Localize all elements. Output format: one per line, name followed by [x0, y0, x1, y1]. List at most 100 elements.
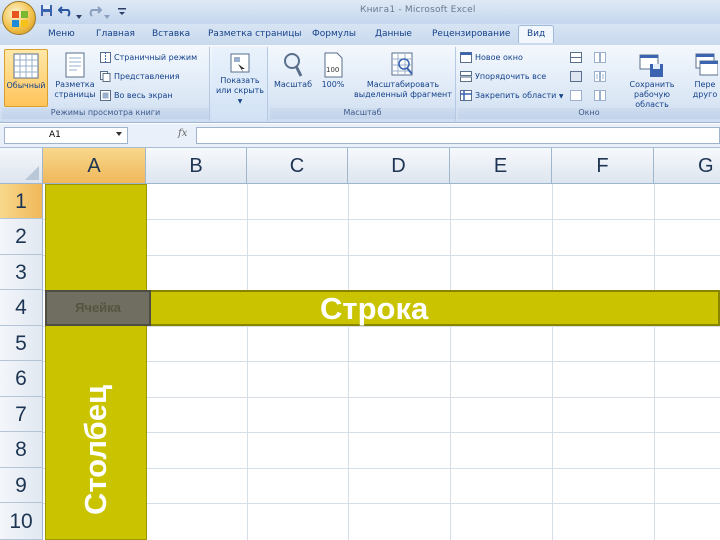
page-break-preview-button[interactable]: Страничный режим: [100, 51, 197, 65]
save-workspace-button[interactable]: Сохранить рабочую область: [618, 49, 686, 109]
unhide-button[interactable]: [570, 89, 585, 103]
full-screen-label: Во весь экран: [114, 91, 173, 100]
unhide-window-icon: [570, 90, 582, 101]
worksheet-grid: A B C D E F G 1 2 3 4 5 6 7 8 9 10 Ячейк…: [0, 148, 720, 540]
row-header-6[interactable]: 6: [0, 361, 43, 397]
hide-button[interactable]: [570, 70, 585, 84]
row-header-3[interactable]: 3: [0, 255, 43, 290]
split-icon: [570, 52, 582, 63]
view-side-by-side-button[interactable]: [594, 51, 609, 65]
row-header-1[interactable]: 1: [0, 184, 43, 219]
zoom-to-selection-button[interactable]: Масштабировать выделенный фрагмент: [354, 49, 452, 107]
page-break-label: Страничный режим: [114, 53, 198, 62]
show-hide-dropdown-icon: ▼: [237, 98, 243, 105]
freeze-panes-button[interactable]: Закрепить области ▼: [460, 89, 563, 103]
save-icon[interactable]: [40, 4, 53, 20]
arrange-all-label: Упорядочить все: [475, 72, 547, 81]
column-header-c[interactable]: C: [247, 148, 348, 184]
page-layout-view-button[interactable]: Разметка страницы: [52, 49, 98, 107]
custom-views-button[interactable]: Представления: [100, 70, 180, 84]
formula-input[interactable]: [196, 127, 720, 144]
switch-windows-button[interactable]: Пере друго: [690, 49, 720, 107]
insert-function-icon[interactable]: fx: [178, 128, 187, 139]
select-all-triangle-icon: [25, 166, 39, 180]
new-window-label: Новое окно: [475, 53, 523, 62]
page-break-icon: [100, 52, 111, 63]
select-all-button[interactable]: [0, 148, 43, 184]
formula-bar: A1 fx: [0, 124, 720, 148]
title-bar: Книга1 - Microsoft Excel: [0, 0, 720, 35]
freeze-dropdown-icon: ▼: [558, 93, 564, 100]
row-header-7[interactable]: 7: [0, 397, 43, 432]
page-layout-label-1: Разметка: [55, 80, 95, 89]
window-group-label: Окно: [458, 108, 720, 119]
arrange-all-button[interactable]: Упорядочить все: [460, 70, 546, 84]
undo-dropdown-icon[interactable]: [76, 9, 82, 22]
grid-line: [654, 184, 655, 540]
row-header-9[interactable]: 9: [0, 468, 43, 503]
column-header-f[interactable]: F: [552, 148, 654, 184]
redo-dropdown-icon[interactable]: [104, 9, 110, 22]
cell-highlight[interactable]: Ячейка: [45, 290, 151, 326]
column-header-g[interactable]: G: [654, 148, 720, 184]
normal-view-label: Обычный: [6, 81, 46, 90]
show-hide-label-1: Показать: [220, 76, 260, 85]
zoom-group-label: Масштаб: [270, 108, 455, 119]
zoom-group: Масштаб 100 100% Масштабировать выделенн…: [270, 47, 456, 121]
tab-page-layout[interactable]: Разметка страницы: [208, 29, 302, 39]
tab-menu[interactable]: Меню: [48, 29, 75, 39]
name-box[interactable]: A1: [4, 127, 128, 144]
synchronous-scrolling-button[interactable]: [594, 70, 609, 84]
switch-windows-label-2: друго: [692, 90, 718, 99]
grid-line: [552, 184, 553, 540]
zoom-label: Масштаб: [273, 80, 313, 89]
zoom-button[interactable]: Масштаб: [272, 49, 314, 107]
show-hide-label-2: или скрыть: [215, 86, 265, 95]
page-layout-label-2: страницы: [54, 90, 96, 99]
show-hide-button[interactable]: Показать или скрыть ▼: [214, 49, 266, 107]
row-header-2[interactable]: 2: [0, 219, 43, 255]
tab-home[interactable]: Главная: [96, 29, 135, 39]
views-group: Обычный Разметка страницы Страничный реж…: [2, 47, 210, 121]
reset-window-position-button[interactable]: [594, 89, 609, 103]
zoom-100-label: 100%: [321, 80, 345, 89]
tab-insert[interactable]: Вставка: [152, 29, 190, 39]
undo-icon[interactable]: [57, 4, 74, 20]
side-by-side-icon: [594, 52, 606, 63]
column-header-b[interactable]: B: [146, 148, 247, 184]
office-button[interactable]: [2, 1, 36, 35]
tab-view[interactable]: Вид: [518, 25, 555, 43]
tab-data[interactable]: Данные: [375, 29, 412, 39]
customize-qat-icon[interactable]: [118, 6, 126, 19]
sync-scroll-icon: [594, 71, 606, 82]
show-hide-group: Показать или скрыть ▼: [212, 47, 268, 121]
row-header-4[interactable]: 4: [0, 290, 43, 326]
new-window-button[interactable]: Новое окно: [460, 51, 523, 65]
column-header-d[interactable]: D: [348, 148, 450, 184]
freeze-panes-label: Закрепить области: [475, 91, 557, 100]
column-header-e[interactable]: E: [450, 148, 552, 184]
ribbon: Обычный Разметка страницы Страничный реж…: [0, 45, 720, 123]
normal-view-button[interactable]: Обычный: [4, 49, 48, 107]
full-screen-button[interactable]: Во весь экран: [100, 89, 173, 103]
row-header-10[interactable]: 10: [0, 503, 43, 540]
zoom-selection-label-2: выделенный фрагмент: [354, 90, 452, 99]
column-header-a[interactable]: A: [43, 148, 146, 184]
hide-window-icon: [570, 71, 582, 82]
split-button[interactable]: [570, 51, 585, 65]
office-logo-icon: [12, 11, 28, 27]
redo-icon[interactable]: [86, 4, 103, 20]
row-header-8[interactable]: 8: [0, 432, 43, 468]
save-workspace-label-2: рабочую область: [633, 90, 670, 109]
formula-buttons: fx: [132, 127, 194, 144]
grid-line: [450, 184, 451, 540]
svg-text:100: 100: [326, 66, 339, 74]
zoom-100-button[interactable]: 100 100%: [316, 49, 350, 107]
zoom-selection-label-1: Масштабировать: [366, 80, 440, 89]
tab-formulas[interactable]: Формулы: [312, 29, 356, 39]
row-header-5[interactable]: 5: [0, 326, 43, 361]
freeze-panes-icon: [460, 90, 472, 101]
tab-review[interactable]: Рецензирование: [432, 29, 510, 39]
save-workspace-label-1: Сохранить: [629, 80, 675, 89]
name-box-dropdown-icon[interactable]: [116, 132, 122, 136]
